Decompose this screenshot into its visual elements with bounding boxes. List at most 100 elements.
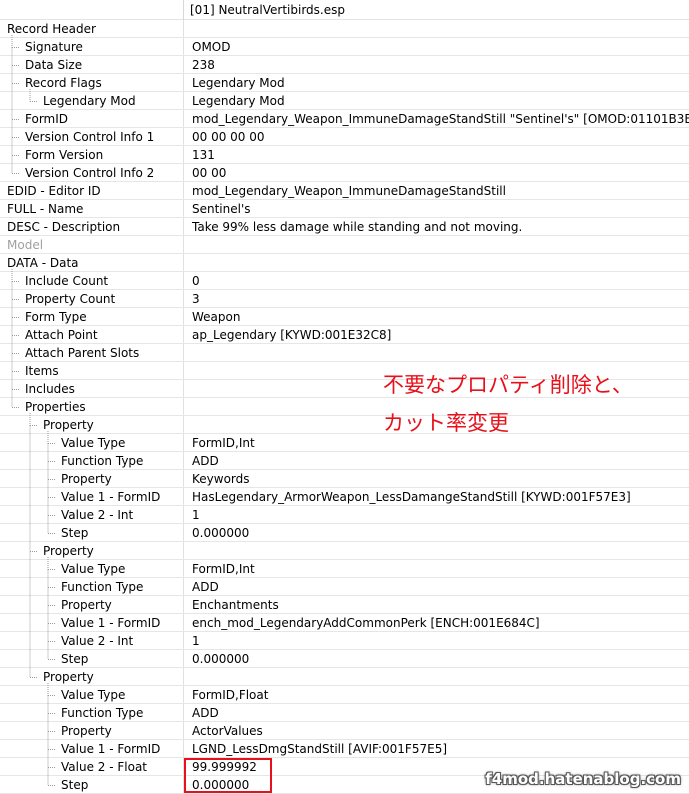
row-value[interactable]: 0 (192, 274, 200, 288)
tree-row[interactable]: Signature OMOD (0, 38, 689, 56)
tree-row[interactable]: DATA - Data (0, 254, 689, 272)
row-value[interactable]: HasLegendary_ArmorWeapon_LessDamangeStan… (192, 490, 631, 504)
row-label: Property (43, 670, 94, 684)
tree-row[interactable]: EDID - Editor ID mod_Legendary_Weapon_Imm… (0, 182, 689, 200)
row-label: Value 2 - Float (61, 760, 147, 774)
row-value[interactable]: FormID,Float (192, 688, 268, 702)
row-label: Attach Parent Slots (25, 346, 140, 360)
row-label: Properties (25, 400, 86, 414)
row-value[interactable]: FormID,Int (192, 562, 255, 576)
row-label: Property (61, 472, 112, 486)
row-label: Form Type (25, 310, 87, 324)
row-value[interactable]: 1 (192, 634, 200, 648)
row-value[interactable]: 1 (192, 508, 200, 522)
tree-row[interactable]: Legendary Mod Legendary Mod (0, 92, 689, 110)
row-value[interactable]: 131 (192, 148, 215, 162)
tree-row[interactable]: Value 2 - Int 1 (0, 506, 689, 524)
tree-row[interactable]: Value Type FormID,Int (0, 560, 689, 578)
row-value[interactable]: ench_mod_LegendaryAddCommonPerk [ENCH:00… (192, 616, 540, 630)
tree-row[interactable]: Record Header (0, 20, 689, 38)
tree-row[interactable]: Function Type ADD (0, 578, 689, 596)
row-value[interactable]: Legendary Mod (192, 76, 285, 90)
watermark: f4mod.hatenablog.com (485, 770, 681, 788)
tree-row[interactable]: Step 0.000000 (0, 524, 689, 542)
row-value[interactable]: ADD (192, 580, 219, 594)
row-label: Value 1 - FormID (61, 742, 161, 756)
row-value[interactable]: ADD (192, 706, 219, 720)
tree-row[interactable]: Value 2 - Int 1 (0, 632, 689, 650)
row-value[interactable]: ap_Legendary [KYWD:001E32C8] (192, 328, 391, 342)
tree-row[interactable]: Function Type ADD (0, 704, 689, 722)
row-value[interactable]: Enchantments (192, 598, 279, 612)
tree-row[interactable]: Form Type Weapon (0, 308, 689, 326)
tree-row[interactable]: Version Control Info 1 00 00 00 00 (0, 128, 689, 146)
tree-row[interactable]: Attach Point ap_Legendary [KYWD:001E32C8] (0, 326, 689, 344)
row-label: Signature (25, 40, 83, 54)
row-value[interactable]: ActorValues (192, 724, 263, 738)
row-label: Value 2 - Int (61, 634, 134, 648)
row-value[interactable]: OMOD (192, 40, 230, 54)
row-label: Version Control Info 1 (25, 130, 155, 144)
row-value[interactable]: 0.000000 (192, 652, 249, 666)
row-label: Property (61, 598, 112, 612)
column-separator[interactable] (183, 0, 184, 20)
row-value[interactable]: 238 (192, 58, 215, 72)
tree-row[interactable]: Value Type FormID,Float (0, 686, 689, 704)
file-title: [01] NeutralVertibirds.esp (190, 3, 345, 17)
tree-row[interactable]: Value 1 - FormID HasLegendary_ArmorWeapon… (0, 488, 689, 506)
row-label: EDID - Editor ID (7, 184, 101, 198)
row-value[interactable]: Take 99% less damage while standing and … (192, 220, 522, 234)
tree-row[interactable]: Attach Parent Slots (0, 344, 689, 362)
tree-row[interactable]: Properties (0, 398, 689, 416)
row-label: Value Type (61, 436, 126, 450)
tree-row[interactable]: Property Count 3 (0, 290, 689, 308)
tree-row[interactable]: Function Type ADD (0, 452, 689, 470)
tree-row[interactable]: Property Keywords (0, 470, 689, 488)
row-value[interactable]: FormID,Int (192, 436, 255, 450)
tree-row[interactable]: Form Version 131 (0, 146, 689, 164)
row-label: Property (43, 544, 94, 558)
row-value[interactable]: 00 00 (192, 166, 226, 180)
row-value[interactable]: Sentinel's (192, 202, 251, 216)
tree-row[interactable]: Property (0, 668, 689, 686)
tree-row[interactable]: Record Flags Legendary Mod (0, 74, 689, 92)
tree-row[interactable]: Property ActorValues (0, 722, 689, 740)
tree-row[interactable]: Step 0.000000 (0, 650, 689, 668)
tree-row[interactable]: Value 1 - FormID LGND_LessDmgStandStill [… (0, 740, 689, 758)
row-label: Step (61, 526, 89, 540)
row-label: DATA - Data (7, 256, 79, 270)
row-label: Step (61, 652, 89, 666)
row-label: Value Type (61, 688, 126, 702)
row-label: Attach Point (25, 328, 98, 342)
tree-row[interactable]: DESC - Description Take 99% less damage w… (0, 218, 689, 236)
row-value[interactable]: 00 00 00 00 (192, 130, 265, 144)
row-label: Step (61, 778, 89, 792)
tree-row[interactable]: Value 1 - FormID ench_mod_LegendaryAddCom… (0, 614, 689, 632)
row-value[interactable]: Weapon (192, 310, 240, 324)
tree-row[interactable]: FormID mod_Legendary_Weapon_ImmuneDamageS… (0, 110, 689, 128)
row-label: Data Size (25, 58, 83, 72)
row-value[interactable]: Keywords (192, 472, 250, 486)
row-label: DESC - Description (7, 220, 121, 234)
row-value[interactable]: 0.000000 (192, 526, 249, 540)
tree-row[interactable]: Data Size 238 (0, 56, 689, 74)
row-value[interactable]: 3 (192, 292, 200, 306)
tree-row[interactable]: Model (0, 236, 689, 254)
record-tree: Record Header Signature OMOD Data Size 238 Re… (0, 20, 689, 794)
tree-row[interactable]: Property (0, 542, 689, 560)
row-value[interactable]: Legendary Mod (192, 94, 285, 108)
tree-row[interactable]: Version Control Info 2 00 00 (0, 164, 689, 182)
row-value[interactable]: mod_Legendary_Weapon_ImmuneDamageStandSt… (192, 184, 506, 198)
tree-row[interactable]: Property Enchantments (0, 596, 689, 614)
row-label: Value 2 - Int (61, 508, 134, 522)
row-value[interactable]: mod_Legendary_Weapon_ImmuneDamageStandSt… (192, 112, 689, 126)
row-label: Items (25, 364, 59, 378)
row-label: Property (43, 418, 94, 432)
row-value[interactable]: ADD (192, 454, 219, 468)
tree-row[interactable]: Property (0, 416, 689, 434)
row-value[interactable]: LGND_LessDmgStandStill [AVIF:001F57E5] (192, 742, 447, 756)
tree-row[interactable]: FULL - Name Sentinel's (0, 200, 689, 218)
tree-row[interactable]: Value Type FormID,Int (0, 434, 689, 452)
row-label: Function Type (61, 706, 144, 720)
tree-row[interactable]: Include Count 0 (0, 272, 689, 290)
